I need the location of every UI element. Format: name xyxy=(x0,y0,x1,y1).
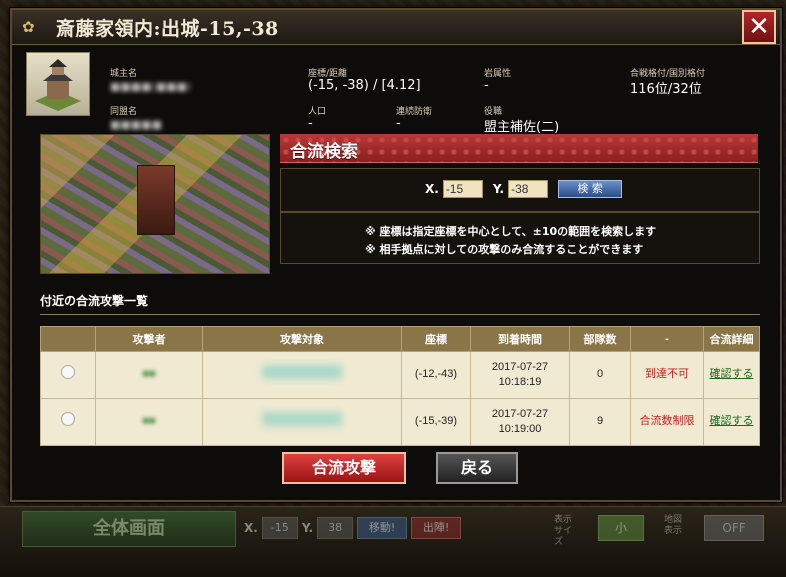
note-target: ※ 相手拠点に対しての攻撃のみ合流することができます xyxy=(365,243,644,256)
attacker-name: ■■ xyxy=(142,415,156,428)
size-small-button[interactable]: 小 xyxy=(598,515,644,541)
x-label: X. xyxy=(425,182,439,196)
merge-attack-table: 攻撃者 攻撃対象 座標 到着時間 部隊数 - 合流詳細 ■■ (-12,-43)… xyxy=(40,326,760,446)
defense-value: - xyxy=(396,116,401,131)
castle-info-dialog: ✿ 斎藤家領内:出城-15,-38 ✕ 城主名 ■■■■(■■■) 同盟名 ■■… xyxy=(10,8,782,502)
detail-cell: 確認する xyxy=(703,398,760,446)
row-select-cell xyxy=(40,398,96,446)
target-cell xyxy=(202,398,402,446)
alliance-label: 同盟名 xyxy=(110,107,138,117)
coords-value: (-15, -38) / [4.12] xyxy=(308,78,421,93)
back-button[interactable]: 戻る xyxy=(436,452,518,484)
row-radio[interactable] xyxy=(61,412,75,427)
castle-info: 城主名 ■■■■(■■■) 同盟名 ■■■■■ 座標/距離 (-15, -38)… xyxy=(12,46,780,135)
hud-y-label: Y. xyxy=(301,521,314,535)
defense-label: 連続防衛 xyxy=(396,107,433,117)
units-cell: 9 xyxy=(569,398,631,446)
arrival-cell: 2017-07-27 10:18:19 xyxy=(470,351,570,399)
confirm-link[interactable]: 確認する xyxy=(710,415,754,427)
arrival-time: 10:19:00 xyxy=(498,423,542,435)
coords-cell: (-15,-39) xyxy=(401,398,471,446)
arrival-date: 2017-07-27 xyxy=(491,407,549,420)
detail-cell: 確認する xyxy=(703,351,760,399)
close-button[interactable]: ✕ xyxy=(742,10,776,44)
y-coordinate-input[interactable] xyxy=(508,180,549,198)
col-units: 部隊数 xyxy=(569,326,631,352)
x-coordinate-input[interactable] xyxy=(442,180,483,198)
col-attacker: 攻撃者 xyxy=(95,326,203,352)
move-button[interactable]: 移動! xyxy=(357,517,408,539)
search-button[interactable]: 検 索 xyxy=(558,180,623,198)
col-target: 攻撃対象 xyxy=(202,326,402,352)
dialog-titlebar: ✿ 斎藤家領内:出城-15,-38 xyxy=(12,10,780,45)
display-toggle[interactable]: OFF xyxy=(704,515,764,541)
owner-value: ■■■■(■■■) xyxy=(110,80,192,93)
divider xyxy=(40,314,760,315)
hud-y-input[interactable]: 38 xyxy=(317,517,354,539)
col-select xyxy=(40,326,96,352)
units-cell: 0 xyxy=(569,351,631,399)
coords-cell: (-12,-43) xyxy=(401,351,471,399)
status-cell: 到達不可 xyxy=(630,351,704,399)
attacker-name: ■■ xyxy=(142,368,156,381)
target-name xyxy=(262,412,342,427)
sortie-button[interactable]: 出陣! xyxy=(411,517,462,539)
size-label: 表示サイズ xyxy=(554,515,573,547)
y-label: Y. xyxy=(492,182,505,196)
dialog-title: 斎藤家領内:出城-15,-38 xyxy=(56,18,279,40)
hud-x-label: X. xyxy=(244,521,258,535)
col-coords: 座標 xyxy=(401,326,471,352)
table-header-row: 攻撃者 攻撃対象 座標 到着時間 部隊数 - 合流詳細 xyxy=(40,326,760,352)
col-status: - xyxy=(630,326,704,352)
merge-search-title: 合流検索 xyxy=(290,142,358,162)
hud-coordinates: X. -15 Y. 38 移動! 出陣! xyxy=(244,517,462,539)
confirm-link[interactable]: 確認する xyxy=(710,368,754,380)
col-arrival: 到着時間 xyxy=(470,326,570,352)
search-notes: ※ 座標は指定座標を中心として、±10の範囲を検索します ※ 相手拠点に対しての… xyxy=(280,212,760,264)
table-row: ■■ (-12,-43) 2017-07-27 10:18:19 0 到達不可 確… xyxy=(40,351,760,399)
arrival-date: 2017-07-27 xyxy=(491,360,549,373)
note-range: ※ 座標は指定座標を中心として、±10の範囲を検索します xyxy=(365,225,657,238)
target-name xyxy=(262,365,342,380)
hud-x-input[interactable]: -15 xyxy=(261,517,298,539)
target-cell xyxy=(202,351,402,399)
full-screen-button[interactable]: 全体画面 xyxy=(22,511,236,547)
castle-tower-image xyxy=(137,165,175,235)
owner-label: 城主名 xyxy=(110,69,138,79)
nearby-attacks-title: 付近の合流攻撃一覧 xyxy=(40,294,149,308)
role-value: 盟主補佐(二) xyxy=(484,120,560,135)
rock-attr-value: - xyxy=(484,78,489,93)
population-value: - xyxy=(308,116,313,131)
arrival-time: 10:18:19 xyxy=(498,376,542,388)
crest-icon: ✿ xyxy=(22,18,35,36)
bottom-hud: 全体画面 X. -15 Y. 38 移動! 出陣! 表示サイズ 小 地図表示 O… xyxy=(0,506,786,577)
status-cell: 合流数制限 xyxy=(630,398,704,446)
display-label: 地図表示 xyxy=(664,515,683,536)
table-row: ■■ (-15,-39) 2017-07-27 10:19:00 9 合流数制限 … xyxy=(40,398,760,446)
row-radio[interactable] xyxy=(61,365,75,380)
row-select-cell xyxy=(40,351,96,399)
coordinate-search-box: X. Y. 検 索 xyxy=(280,168,760,212)
merge-search-header: 合流検索 xyxy=(280,134,758,163)
attacker-cell: ■■ xyxy=(95,351,203,399)
attacker-cell: ■■ xyxy=(95,398,203,446)
rank-value: 116位/32位 xyxy=(630,82,702,97)
alliance-value: ■■■■■ xyxy=(110,118,162,131)
col-detail: 合流詳細 xyxy=(703,326,760,352)
merge-attack-button[interactable]: 合流攻撃 xyxy=(282,452,406,484)
arrival-cell: 2017-07-27 10:19:00 xyxy=(470,398,570,446)
castle-mini-map xyxy=(40,134,270,274)
castle-icon xyxy=(26,52,90,116)
